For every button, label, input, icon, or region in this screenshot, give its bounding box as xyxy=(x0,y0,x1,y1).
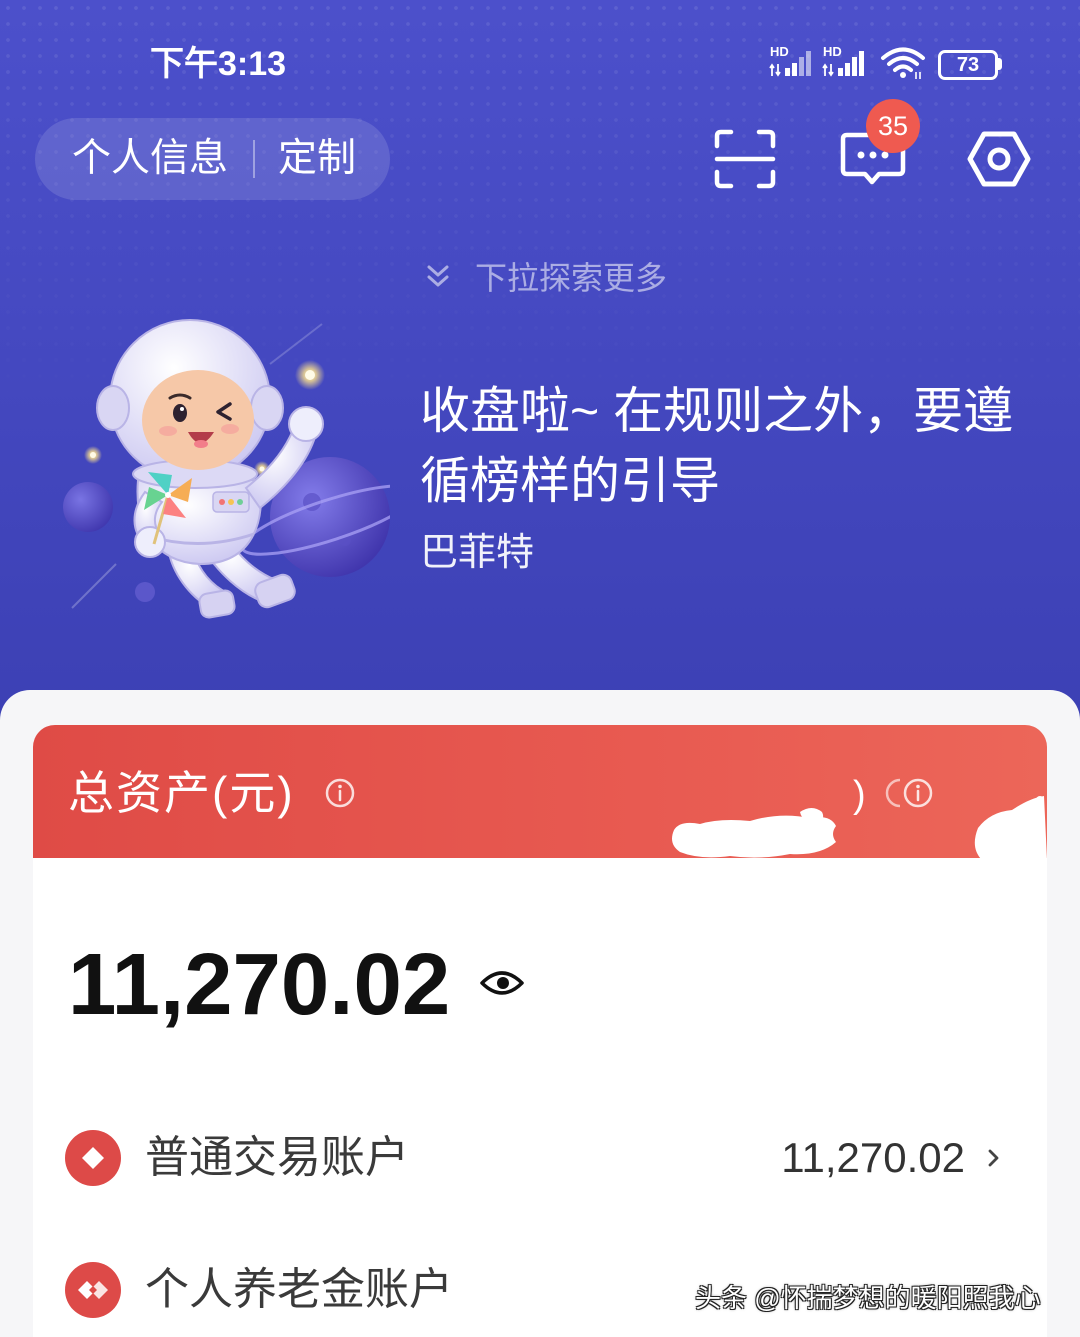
account-row-trading[interactable]: 普通交易账户 11,270.02 xyxy=(33,1118,1047,1198)
account-name: 普通交易账户 xyxy=(145,1133,409,1182)
redaction-blot xyxy=(672,796,1047,860)
signal-icon xyxy=(769,51,811,77)
double-chevron-down-icon xyxy=(427,265,449,287)
astronaut-illustration xyxy=(63,319,390,619)
eye-icon[interactable] xyxy=(479,965,525,1001)
profile-pill: 个人信息 定制 xyxy=(35,118,390,200)
battery-cap xyxy=(997,58,1002,70)
total-assets-title: 总资产(元) xyxy=(68,767,295,819)
pill-divider xyxy=(253,140,255,178)
account-value: 11,270.02 xyxy=(781,1134,965,1181)
profile-link[interactable]: 个人信息 xyxy=(72,118,228,200)
wifi-icon xyxy=(881,47,925,79)
pull-hint-text: 下拉探索更多 xyxy=(475,260,668,296)
account-name: 个人养老金账户 xyxy=(145,1265,453,1314)
message-badge: 35 xyxy=(866,99,920,153)
total-assets-value: 11,270.02 xyxy=(68,936,451,1033)
status-time: 下午3:13 xyxy=(150,45,287,83)
scan-icon[interactable] xyxy=(713,128,777,190)
watermark: 头条 @怀揣梦想的暖阳照我心 xyxy=(695,1283,1041,1313)
signal-icon xyxy=(822,51,864,77)
small-planet xyxy=(63,482,113,532)
customize-link[interactable]: 定制 xyxy=(278,118,356,200)
settings-icon[interactable] xyxy=(966,126,1032,192)
astronaut xyxy=(96,319,324,619)
tiny-planet xyxy=(135,582,155,602)
diamond-icon xyxy=(65,1130,121,1186)
battery-icon: 73 xyxy=(938,50,998,80)
quote-author: 巴菲特 xyxy=(420,532,535,574)
banner-quote: 收盘啦~ 在规则之外，要遵循榜样的引导 xyxy=(420,383,1014,509)
info-icon[interactable] xyxy=(324,777,356,809)
chevron-right-icon xyxy=(988,1149,999,1167)
pension-icon xyxy=(65,1262,121,1318)
